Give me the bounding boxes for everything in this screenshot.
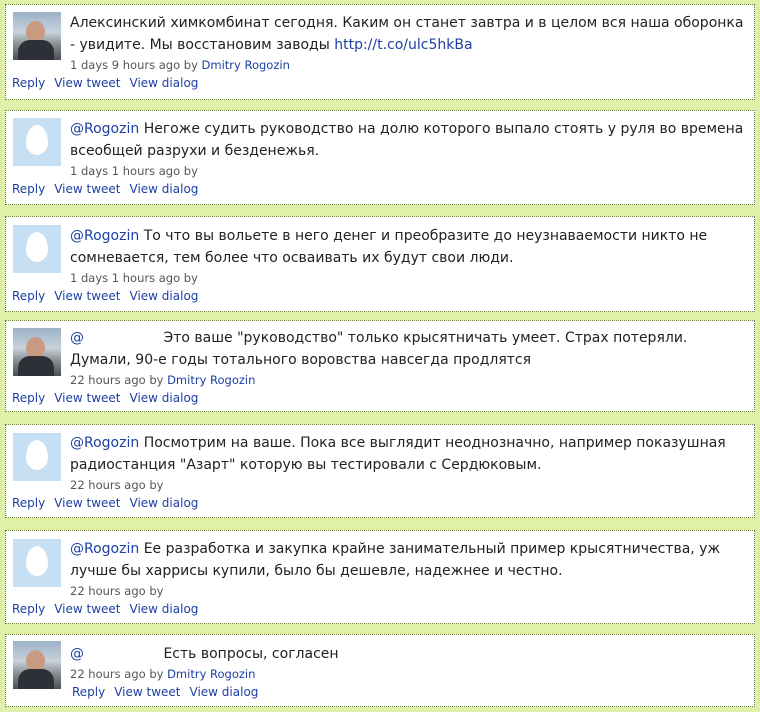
tweet-card: @Rogozin То что вы вольете в него денег … (5, 216, 755, 312)
tweet-meta: 1 days 1 hours ago by (70, 270, 198, 286)
tweet-actions: Reply View tweet View dialog (12, 181, 207, 197)
reply-link[interactable]: Reply (12, 602, 45, 616)
mention-link[interactable]: @ (70, 330, 84, 346)
reply-link[interactable]: Reply (12, 76, 45, 90)
tweet-body: Это ваше "руководство" только крысятнича… (70, 330, 688, 368)
tweet-body: Есть вопросы, согласен (163, 646, 339, 662)
tweet-text: @ Есть вопросы, согласен (70, 643, 748, 665)
view-tweet-link[interactable]: View tweet (54, 76, 120, 90)
mention-link[interactable]: @Rogozin (70, 228, 139, 244)
tweet-actions: Reply View tweet View dialog (72, 684, 267, 700)
author-link[interactable]: Dmitry Rogozin (167, 373, 255, 387)
tweet-meta: 22 hours ago by (70, 583, 163, 599)
tweet-card: @Rogozin Ее разработка и закупка крайне … (5, 530, 755, 624)
avatar[interactable] (13, 118, 61, 166)
tweet-card: @ Это ваше "руководство" только крысятни… (5, 320, 755, 412)
avatar[interactable] (13, 539, 61, 587)
avatar[interactable] (13, 328, 61, 376)
tweet-card: @Rogozin Негоже судить руководство на до… (5, 110, 755, 205)
reply-link[interactable]: Reply (72, 685, 105, 699)
tweet-body: То что вы вольете в него денег и преобра… (70, 228, 708, 266)
timestamp: 1 days 9 hours ago by (70, 58, 198, 72)
timestamp: 22 hours ago by (70, 478, 164, 492)
tweet-actions: Reply View tweet View dialog (12, 75, 207, 91)
tweet-meta: 1 days 9 hours ago by Dmitry Rogozin (70, 57, 290, 73)
view-dialog-link[interactable]: View dialog (130, 602, 199, 616)
tweet-body: Ее разработка и закупка крайне занимател… (70, 541, 721, 579)
mention-link[interactable]: @Rogozin (70, 435, 139, 451)
tweet-actions: Reply View tweet View dialog (12, 390, 207, 406)
tweet-meta: 22 hours ago by (70, 477, 163, 493)
tweet-text: @Rogozin Ее разработка и закупка крайне … (70, 538, 748, 582)
tweet-actions: Reply View tweet View dialog (12, 495, 207, 511)
avatar[interactable] (13, 641, 61, 689)
avatar[interactable] (13, 225, 61, 273)
tweet-text: @Rogozin Негоже судить руководство на до… (70, 118, 748, 162)
view-dialog-link[interactable]: View dialog (130, 289, 199, 303)
view-tweet-link[interactable]: View tweet (54, 496, 120, 510)
view-dialog-link[interactable]: View dialog (130, 182, 199, 196)
timestamp: 22 hours ago by (70, 584, 164, 598)
reply-link[interactable]: Reply (12, 496, 45, 510)
reply-link[interactable]: Reply (12, 391, 45, 405)
view-tweet-link[interactable]: View tweet (54, 289, 120, 303)
tweet-actions: Reply View tweet View dialog (12, 601, 207, 617)
view-dialog-link[interactable]: View dialog (190, 685, 259, 699)
view-tweet-link[interactable]: View tweet (54, 182, 120, 196)
tweet-card: @ Есть вопросы, согласен 22 hours ago by… (5, 634, 755, 707)
tweet-body: Негоже судить руководство на долю которо… (70, 121, 744, 159)
mention-link[interactable]: @ (70, 646, 84, 662)
tweet-text: @ Это ваше "руководство" только крысятни… (70, 327, 748, 371)
tweet-text: @Rogozin То что вы вольете в него денег … (70, 225, 748, 269)
author-link[interactable]: Dmitry Rogozin (167, 667, 255, 681)
mention-link[interactable]: @Rogozin (70, 121, 139, 137)
mention-link[interactable]: @Rogozin (70, 541, 139, 557)
tweet-text: Алексинский химкомбинат сегодня. Каким о… (70, 12, 748, 56)
view-tweet-link[interactable]: View tweet (54, 391, 120, 405)
tweet-card: Алексинский химкомбинат сегодня. Каким о… (5, 4, 755, 100)
tweet-meta: 22 hours ago by Dmitry Rogozin (70, 372, 255, 388)
tweet-text: @Rogozin Посмотрим на ваше. Пока все выг… (70, 432, 748, 476)
view-tweet-link[interactable]: View tweet (54, 602, 120, 616)
reply-link[interactable]: Reply (12, 289, 45, 303)
tweet-meta: 1 days 1 hours ago by (70, 163, 198, 179)
reply-link[interactable]: Reply (12, 182, 45, 196)
view-dialog-link[interactable]: View dialog (130, 496, 199, 510)
timestamp: 22 hours ago by (70, 373, 164, 387)
view-dialog-link[interactable]: View dialog (130, 76, 199, 90)
tweet-link[interactable]: http://t.co/ulc5hkBa (334, 37, 472, 53)
view-tweet-link[interactable]: View tweet (114, 685, 180, 699)
timestamp: 22 hours ago by (70, 667, 164, 681)
tweet-body: Посмотрим на ваше. Пока все выглядит нео… (70, 435, 726, 473)
view-dialog-link[interactable]: View dialog (130, 391, 199, 405)
tweet-card: @Rogozin Посмотрим на ваше. Пока все выг… (5, 424, 755, 518)
timestamp: 1 days 1 hours ago by (70, 271, 198, 285)
tweet-meta: 22 hours ago by Dmitry Rogozin (70, 666, 255, 682)
author-link[interactable]: Dmitry Rogozin (202, 58, 290, 72)
avatar[interactable] (13, 12, 61, 60)
timestamp: 1 days 1 hours ago by (70, 164, 198, 178)
avatar[interactable] (13, 433, 61, 481)
tweet-actions: Reply View tweet View dialog (12, 288, 207, 304)
